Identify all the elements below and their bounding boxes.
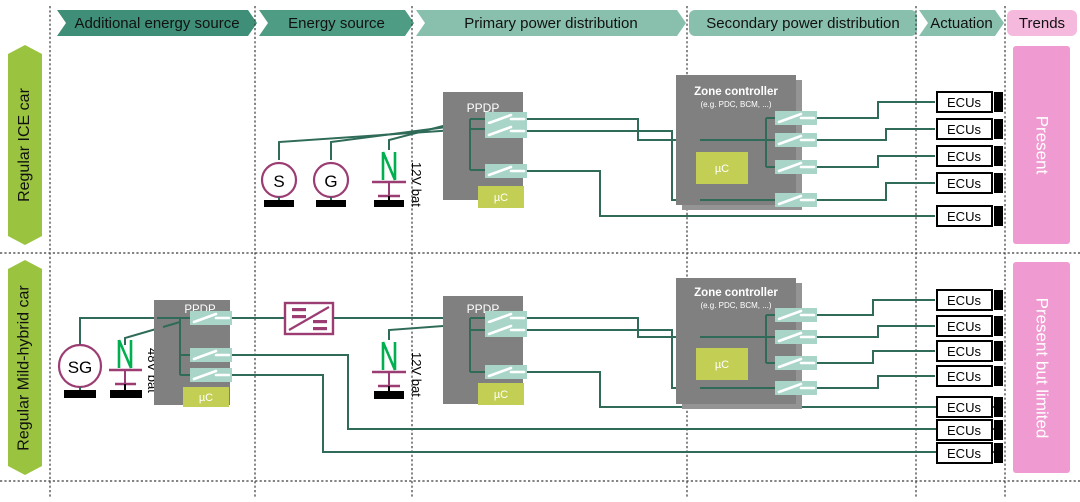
zone-controller-title: Zone controller <box>694 287 778 299</box>
ecu-box: ECUs <box>936 172 1003 194</box>
ecu-box: ECUs <box>936 365 1003 387</box>
ecu-label: ECUs <box>947 369 981 384</box>
row2-ppdp-12v: PPDP µC <box>443 296 527 405</box>
row-regular-ice-car: S G 12V bat PPDP µC Zone controller (e.g… <box>260 75 1003 227</box>
row1-ecus: ECUs ECUs ECUs ECUs ECUs <box>936 91 1003 227</box>
zone-controller-subtitle: (e.g. PDC, BCM, ...) <box>700 100 771 109</box>
row-regular-mild-hybrid-car: SG 48V bat PPDP µC 12V bat PPDP µC Zone … <box>57 278 1003 464</box>
starter-symbol: S <box>260 161 298 207</box>
ecu-label: ECUs <box>947 446 981 461</box>
ecu-label: ECUs <box>947 122 981 137</box>
ecu-label: ECUs <box>947 400 981 415</box>
zone-switch <box>775 330 817 344</box>
ppdp-switch <box>485 323 527 337</box>
battery-12v-symbol <box>372 151 406 207</box>
row2-ecus: ECUs ECUs ECUs ECUs ECUs ECUs ECUs <box>936 289 1003 464</box>
zone-switch <box>775 193 817 207</box>
zone-controller-subtitle: (e.g. PDC, BCM, ...) <box>700 301 771 310</box>
ecu-box: ECUs <box>936 91 1003 113</box>
ppdp-switch <box>485 311 527 325</box>
ecu-box: ECUs <box>936 315 1003 337</box>
row1-zone-controller: Zone controller (e.g. PDC, BCM, ...) µC <box>676 75 817 210</box>
ppdp-switch <box>190 368 232 382</box>
row1-source-wires <box>278 118 471 160</box>
column-separators <box>49 6 1006 497</box>
ecu-label: ECUs <box>947 176 981 191</box>
dcdc-converter-symbol <box>283 301 335 336</box>
battery-12v-label: 12V bat <box>409 162 424 207</box>
ecu-label: ECUs <box>947 423 981 438</box>
zone-switch <box>775 381 817 395</box>
battery-12v-symbol <box>372 341 406 399</box>
ecu-label: ECUs <box>947 149 981 164</box>
row1-ecu-wires <box>817 101 935 201</box>
zone-switch <box>775 133 817 147</box>
generator-label: G <box>324 172 337 191</box>
ppdp-switch <box>485 164 527 178</box>
ppdp-uc-label: µC <box>494 389 508 401</box>
zone-switch <box>775 356 817 370</box>
starter-label: S <box>273 172 284 191</box>
schematic-canvas: .wire{stroke:#2f6b58;stroke-width:2;fill… <box>0 6 1080 497</box>
diagram-root: Additional energy source Energy source P… <box>0 0 1080 502</box>
zone-controller-title: Zone controller <box>694 86 778 98</box>
row2-ecu-wires <box>817 299 935 389</box>
ppdp-uc-label: µC <box>199 392 213 404</box>
row2-48v-wires <box>232 317 1000 453</box>
ppdp-switch <box>485 365 527 379</box>
ecu-label: ECUs <box>947 95 981 110</box>
ecu-box: ECUs <box>936 118 1003 140</box>
ppdp-switch <box>485 112 527 126</box>
zone-switch <box>775 160 817 174</box>
ppdp-switch <box>485 124 527 138</box>
starter-generator-symbol: SG <box>57 317 157 398</box>
starter-generator-label: SG <box>68 358 93 377</box>
ecu-box: ECUs <box>936 145 1003 167</box>
ecu-box: ECUs <box>936 205 1003 227</box>
battery-12v-label: 12V bat <box>409 352 424 397</box>
generator-symbol: G <box>312 161 350 207</box>
row2-ppdp-48v: PPDP µC <box>154 300 232 407</box>
zone-uc-label: µC <box>715 163 729 175</box>
row2-zone-controller: Zone controller (e.g. PDC, BCM, ...) µC <box>676 278 817 409</box>
ecu-box: ECUs <box>936 289 1003 311</box>
ecu-label: ECUs <box>947 293 981 308</box>
ecu-box: ECUs <box>936 340 1003 362</box>
zone-switch <box>775 308 817 322</box>
ecu-label: ECUs <box>947 209 981 224</box>
ppdp-switch <box>190 348 232 362</box>
zone-switch <box>775 111 817 125</box>
zone-uc-label: µC <box>715 359 729 371</box>
ecu-label: ECUs <box>947 344 981 359</box>
ppdp-switch <box>190 311 232 325</box>
ecu-label: ECUs <box>947 319 981 334</box>
row1-ppdp: PPDP µC <box>443 92 527 208</box>
ppdp-uc-label: µC <box>494 192 508 204</box>
